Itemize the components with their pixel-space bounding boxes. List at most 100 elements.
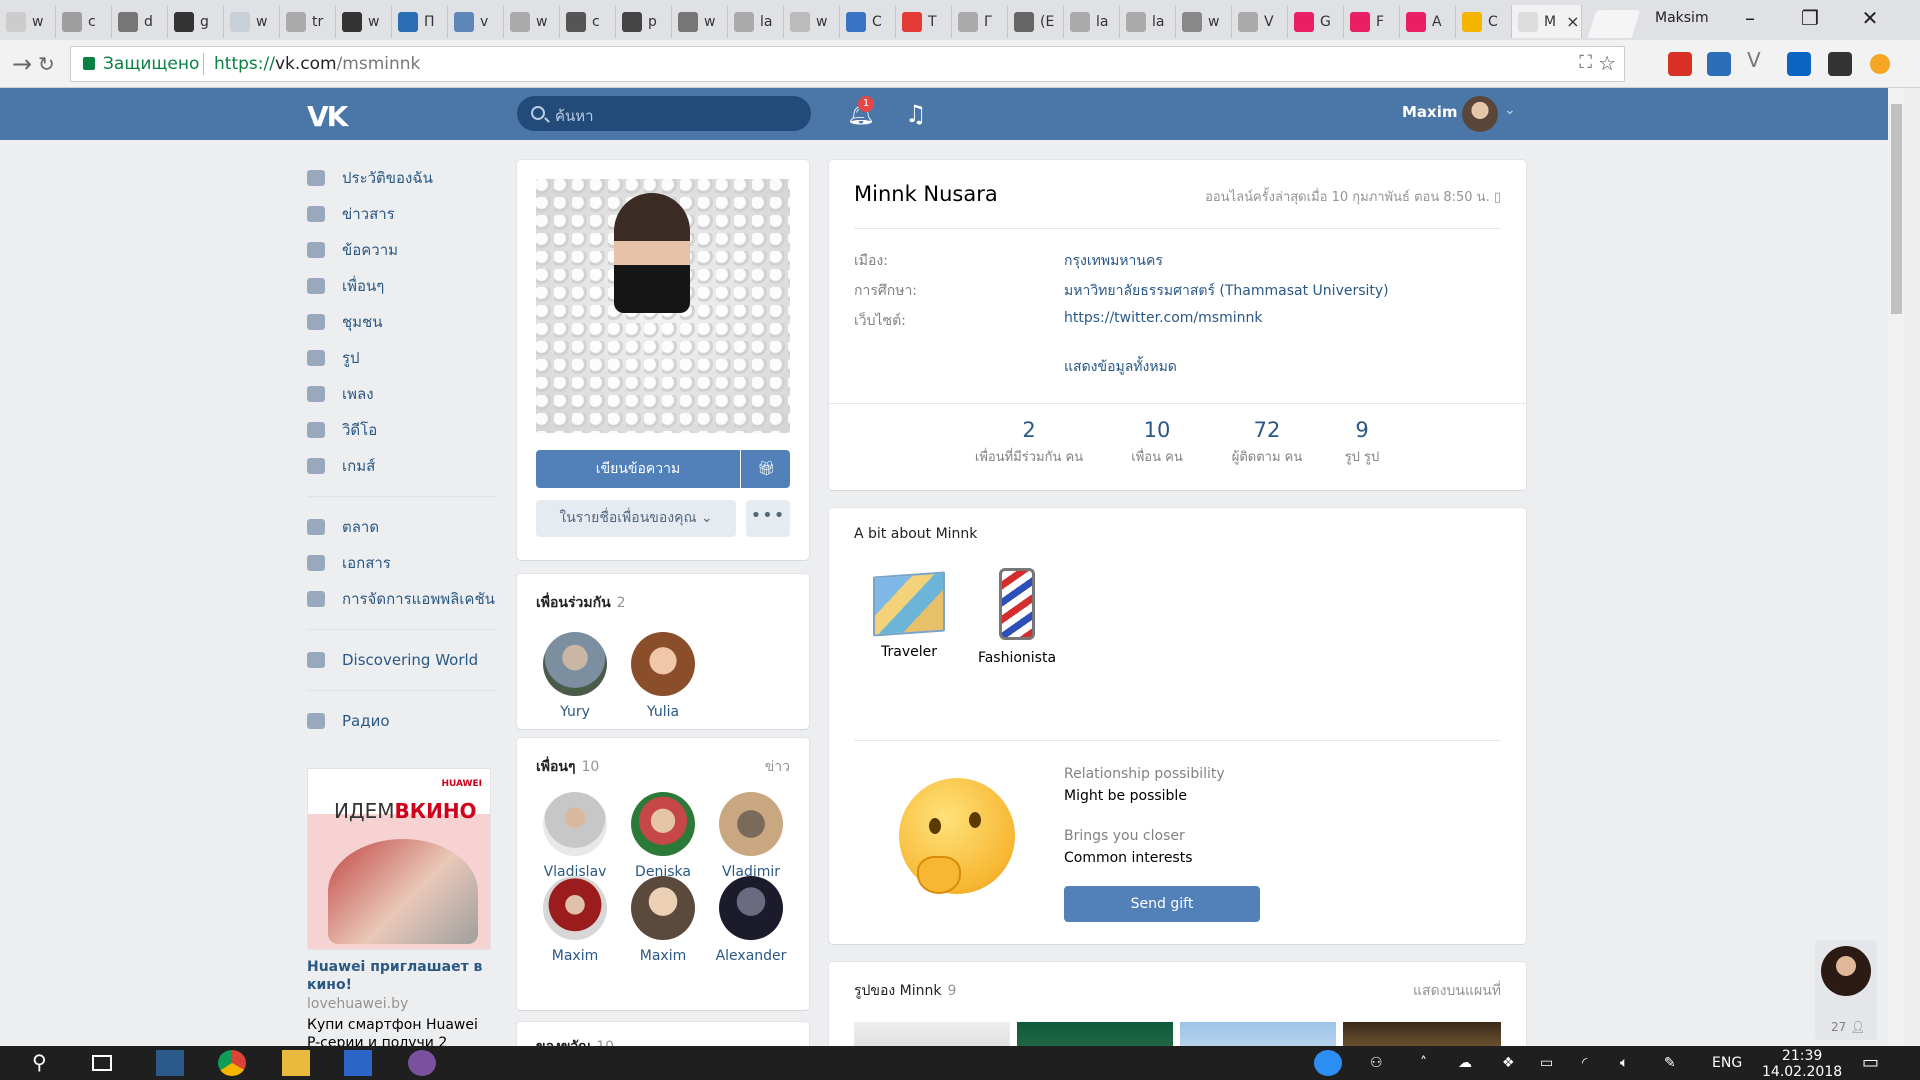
friends-title[interactable]: เพื่อนๆ 10 bbox=[536, 756, 599, 778]
counter-friends[interactable]: 10 เพื่อน คน bbox=[1122, 418, 1192, 467]
browser-tab[interactable]: p bbox=[616, 5, 672, 38]
friend-tile[interactable]: Deniska bbox=[619, 792, 707, 880]
browser-tab[interactable]: G bbox=[1288, 5, 1344, 38]
friends-news-link[interactable]: ข่าว bbox=[765, 756, 790, 778]
sidebar-item[interactable]: Радио bbox=[307, 703, 497, 739]
browser-tab[interactable]: (E bbox=[1008, 5, 1064, 38]
friend-name[interactable]: Maxim bbox=[531, 948, 619, 964]
counter-photos[interactable]: 9 รูป รูป bbox=[1337, 418, 1387, 467]
info-value-link[interactable]: https://twitter.com/msminnk bbox=[1064, 310, 1262, 326]
notifications-icon[interactable]: ▭ bbox=[1862, 1052, 1879, 1073]
browser-tab[interactable]: V bbox=[1232, 5, 1288, 38]
viber-icon[interactable] bbox=[408, 1050, 436, 1076]
sidebar-item[interactable]: Discovering World bbox=[307, 642, 497, 678]
pen-icon[interactable]: ✎ bbox=[1664, 1055, 1676, 1071]
gift-icon[interactable]: 🎁︎ bbox=[741, 450, 790, 488]
browser-tab[interactable]: la bbox=[1064, 5, 1120, 38]
reload-icon[interactable]: ↻ bbox=[38, 52, 55, 76]
bookmark-star-icon[interactable]: ☆ bbox=[1598, 51, 1616, 75]
translate-icon[interactable]: ⛶ bbox=[1579, 52, 1592, 73]
friend-name[interactable]: Yury bbox=[531, 704, 619, 720]
new-tab-button[interactable] bbox=[1587, 10, 1641, 38]
friend-tile[interactable]: Vladimir bbox=[707, 792, 795, 880]
counter-followers[interactable]: 72 ผู้ติดตาม คน bbox=[1222, 418, 1312, 467]
sidebar-item[interactable]: ชุมชน bbox=[307, 304, 497, 340]
avatar[interactable] bbox=[543, 792, 607, 856]
chat-dock[interactable]: 27 👤︎ bbox=[1815, 940, 1877, 1040]
maximize-icon[interactable]: ❐ bbox=[1790, 6, 1830, 30]
extension-linkedin-icon[interactable] bbox=[1787, 52, 1811, 76]
more-actions-button[interactable]: ••• bbox=[746, 500, 790, 537]
folder-icon[interactable] bbox=[282, 1050, 310, 1076]
volume-icon[interactable]: 🔈︎ bbox=[1620, 1055, 1628, 1071]
friend-name[interactable]: Maxim bbox=[619, 948, 707, 964]
secure-indicator[interactable]: Защищено bbox=[83, 54, 199, 74]
write-message-button[interactable]: เขียนข้อความ bbox=[536, 450, 740, 488]
common-friends-title[interactable]: เพื่อนร่วมกัน 2 bbox=[536, 592, 626, 614]
help-icon[interactable] bbox=[1314, 1050, 1342, 1076]
chevron-down-icon[interactable]: ⌄ bbox=[1504, 102, 1516, 118]
browser-tab[interactable]: w bbox=[784, 5, 840, 38]
show-all-info-link[interactable]: แสดงข้อมูลทั้งหมด bbox=[1064, 356, 1177, 378]
friend-name[interactable]: Yulia bbox=[619, 704, 707, 720]
avatar[interactable] bbox=[543, 876, 607, 940]
browser-tab[interactable]: w bbox=[504, 5, 560, 38]
sidebar-item[interactable]: รูป bbox=[307, 340, 497, 376]
powershell-icon[interactable] bbox=[344, 1050, 372, 1076]
sidebar-item[interactable]: ข้อความ bbox=[307, 232, 497, 268]
profile-photo[interactable] bbox=[536, 179, 790, 433]
browser-tab[interactable]: П bbox=[392, 5, 448, 38]
browser-tab[interactable]: la bbox=[728, 5, 784, 38]
sidebar-item[interactable]: การจัดการแอพพลิเคชัน bbox=[307, 581, 497, 617]
browser-tab[interactable]: C bbox=[840, 5, 896, 38]
extension-vivaldi-icon[interactable]: V bbox=[1747, 48, 1771, 72]
sidebar-item[interactable]: เพลง bbox=[307, 376, 497, 412]
browser-tab[interactable]: F bbox=[1344, 5, 1400, 38]
avatar[interactable] bbox=[719, 876, 783, 940]
browser-tab[interactable]: w bbox=[1176, 5, 1232, 38]
photos-title[interactable]: รูปของ Minnk 9 bbox=[854, 980, 956, 1002]
people-icon[interactable]: ⚇ bbox=[1370, 1055, 1383, 1071]
ad-title[interactable]: Huawei приглашает в кино! bbox=[307, 958, 491, 994]
advertisement[interactable]: HUAWEI ИДЕМВКИНО Huawei приглашает в кин… bbox=[307, 768, 491, 1046]
friend-tile[interactable]: Maxim bbox=[531, 876, 619, 964]
browser-tab[interactable]: c bbox=[560, 5, 616, 38]
cloud-icon[interactable]: ☁ bbox=[1458, 1055, 1472, 1071]
search-icon[interactable]: ⚲ bbox=[32, 1050, 60, 1076]
browser-tab[interactable]: c bbox=[56, 5, 112, 38]
minimize-icon[interactable]: – bbox=[1730, 6, 1770, 30]
browser-tab[interactable]: w bbox=[672, 5, 728, 38]
close-tab-icon[interactable]: × bbox=[1566, 12, 1579, 31]
extension-glasses-icon[interactable] bbox=[1828, 52, 1852, 76]
header-user-name[interactable]: Maxim bbox=[1402, 103, 1458, 121]
search-input[interactable]: ค้นหา bbox=[517, 96, 811, 131]
browser-tab[interactable]: w bbox=[336, 5, 392, 38]
chrome-icon[interactable] bbox=[218, 1050, 246, 1076]
header-avatar[interactable] bbox=[1462, 96, 1498, 132]
dock-counter[interactable]: 27 👤︎ bbox=[1831, 1020, 1865, 1034]
dropbox-icon[interactable]: ❖ bbox=[1502, 1055, 1515, 1071]
task-view-icon[interactable] bbox=[92, 1055, 112, 1071]
browser-tab[interactable]: A bbox=[1400, 5, 1456, 38]
window-user-name[interactable]: Maksim bbox=[1655, 10, 1709, 26]
in-friends-button[interactable]: ในรายชื่อเพื่อนของคุณ ⌄ bbox=[536, 500, 736, 537]
extension-news-icon[interactable] bbox=[1707, 52, 1731, 76]
browser-tab[interactable]: w bbox=[224, 5, 280, 38]
avatar[interactable] bbox=[1821, 946, 1871, 996]
browser-tab[interactable]: T bbox=[896, 5, 952, 38]
send-gift-button[interactable]: Send gift bbox=[1064, 886, 1260, 922]
url-field[interactable]: Защищено https://vk.com/msminnk ⛶ ☆ bbox=[70, 46, 1625, 82]
friend-tile[interactable]: Yulia bbox=[619, 632, 707, 720]
avatar[interactable] bbox=[631, 876, 695, 940]
info-value-link[interactable]: กรุงเทพมหานคร bbox=[1064, 250, 1163, 272]
badge-traveler[interactable]: Traveler bbox=[859, 568, 959, 660]
browser-tab[interactable]: C bbox=[1456, 5, 1512, 38]
sidebar-item[interactable]: เพื่อนๆ bbox=[307, 268, 497, 304]
sidebar-item[interactable]: ตลาด bbox=[307, 509, 497, 545]
friend-tile[interactable]: Alexander bbox=[707, 876, 795, 964]
browser-tab[interactable]: v bbox=[448, 5, 504, 38]
browser-tab[interactable]: g bbox=[168, 5, 224, 38]
ad-domain[interactable]: lovehuawei.by bbox=[307, 996, 491, 1012]
ad-image[interactable]: HUAWEI ИДЕМВКИНО bbox=[307, 768, 491, 950]
wifi-icon[interactable]: ◜ bbox=[1582, 1055, 1587, 1071]
